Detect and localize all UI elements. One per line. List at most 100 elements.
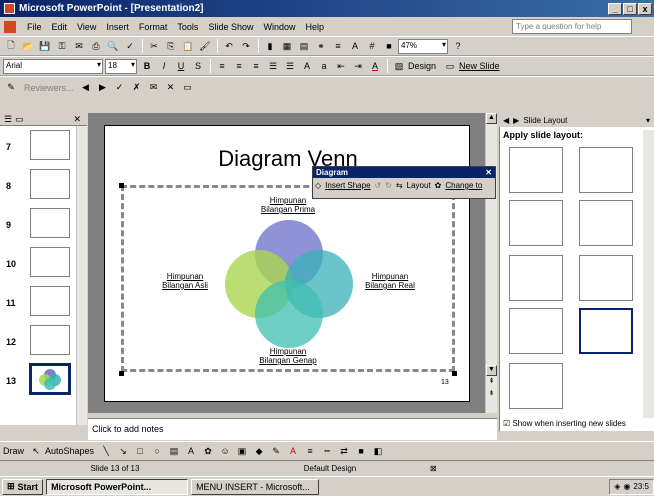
textbox-icon[interactable]: ▤ [166,444,182,459]
insert-table-icon[interactable]: ▦ [279,39,295,54]
tray-icon[interactable]: ◈ [614,482,620,491]
apply-icon[interactable]: ✓ [112,80,128,95]
task-pane-scrollbar[interactable] [643,130,654,418]
arrow-style-icon[interactable]: ⇄ [336,444,352,459]
help-icon[interactable]: ? [450,39,466,54]
diagram-toolbar-title[interactable]: Diagram ✕ [313,167,495,178]
task-pane-menu-icon[interactable]: ▾ [646,116,650,125]
slide-thumbnail[interactable] [30,286,70,316]
delete-comment-icon[interactable]: ✕ [163,80,179,95]
menu-view[interactable]: View [72,22,101,32]
close-button[interactable]: x [638,2,652,15]
decrease-indent-icon[interactable]: ⇤ [333,59,349,74]
menu-tools[interactable]: Tools [172,22,203,32]
font-select[interactable]: Arial [3,58,103,74]
thumbnail-row[interactable]: 10 [0,247,80,283]
thumbnail-row[interactable]: 11 [0,286,80,322]
back-icon[interactable]: ◀ [503,116,509,125]
layout-title-chart[interactable] [509,363,563,409]
arrow-icon[interactable]: ↘ [115,444,131,459]
slides-tab-icon[interactable]: ▭ [15,114,24,125]
tables-borders-icon[interactable]: ▤ [296,39,312,54]
layout-text-chart[interactable] [509,200,563,246]
grid-icon[interactable]: # [364,39,380,54]
label-bottom[interactable]: Himpunan Bilangan Genap [105,347,471,365]
slide-thumbnail[interactable] [30,130,70,160]
spelling-icon[interactable]: ✓ [122,39,138,54]
thumbnail-row[interactable]: 8 [0,169,80,205]
design-icon[interactable]: ▧ [391,59,407,74]
undo-icon[interactable]: ↶ [221,39,237,54]
new-slide-icon[interactable]: ▭ [442,59,458,74]
close-diagram-toolbar-icon[interactable]: ✕ [485,168,492,177]
layout-button[interactable]: Layout [407,181,431,190]
layout-media-text[interactable] [579,255,633,301]
increase-indent-icon[interactable]: ⇥ [350,59,366,74]
save-icon[interactable]: 💾 [37,39,53,54]
line-style-icon[interactable]: ≡ [302,444,318,459]
italic-icon[interactable]: I [156,59,172,74]
previous-slide-icon[interactable]: ⇞ [486,377,497,388]
font-size-select[interactable]: 18 [105,58,137,74]
maximize-button[interactable]: □ [623,2,637,15]
close-pane-icon[interactable]: ✕ [73,114,81,125]
new-icon[interactable]: 🗋 [3,39,19,54]
show-formatting-icon[interactable]: A [347,39,363,54]
shadow-style-icon[interactable]: ■ [353,444,369,459]
menu-insert[interactable]: Insert [101,22,134,32]
bold-icon[interactable]: B [139,59,155,74]
paste-icon[interactable]: 📋 [180,39,196,54]
layout-text-media[interactable] [509,255,563,301]
open-icon[interactable]: 📂 [20,39,36,54]
shadow-icon[interactable]: S [190,59,206,74]
clock[interactable]: 23:5 [633,482,649,491]
insert-shape-button[interactable]: Insert Shape [325,181,370,190]
decrease-font-icon[interactable]: a [316,59,332,74]
move-shape-forward-icon[interactable]: ↻ [385,181,392,190]
clipart-icon[interactable]: ☺ [217,444,233,459]
slide-thumbnail-selected[interactable] [29,363,71,395]
show-when-inserting-option[interactable]: ☑ Show when inserting new slides [503,419,626,428]
task-pane-title[interactable]: Slide Layout [523,116,567,125]
select-objects-icon[interactable]: ↖ [28,444,44,459]
menu-edit[interactable]: Edit [47,22,73,32]
font-color-icon[interactable]: A [367,59,383,74]
slide-thumbnail[interactable] [30,325,70,355]
show-markup-icon[interactable]: ✎ [3,80,19,95]
reviewing-pane-icon[interactable]: ▭ [180,80,196,95]
align-right-icon[interactable]: ≡ [248,59,264,74]
permission-icon[interactable]: ⚿ [54,39,70,54]
move-shape-backward-icon[interactable]: ↺ [375,181,382,190]
bullets-icon[interactable]: ☰ [282,59,298,74]
unapply-icon[interactable]: ✗ [129,80,145,95]
redo-icon[interactable]: ↷ [238,39,254,54]
3d-style-icon[interactable]: ◧ [370,444,386,459]
resize-handle[interactable] [452,371,457,376]
slide-thumbnail[interactable] [30,208,70,238]
underline-icon[interactable]: U [173,59,189,74]
new-slide-button[interactable]: New Slide [459,61,500,71]
insert-chart-icon[interactable]: ▮ [262,39,278,54]
email-icon[interactable]: ✉ [71,39,87,54]
venn-diagram[interactable] [219,214,359,354]
resize-handle[interactable] [119,371,124,376]
zoom-select[interactable]: 47% [398,38,448,54]
wordart-icon[interactable]: A [183,444,199,459]
thumbnail-row[interactable]: 12 [0,325,80,361]
minimize-button[interactable]: _ [608,2,622,15]
edit-comment-icon[interactable]: ✉ [146,80,162,95]
menu-help[interactable]: Help [300,22,329,32]
previous-comment-icon[interactable]: ◀ [78,80,94,95]
resize-handle[interactable] [119,183,124,188]
thumbnail-scrollbar[interactable] [76,126,87,425]
align-left-icon[interactable]: ≡ [214,59,230,74]
diagram-icon[interactable]: ✿ [200,444,216,459]
layout-text-clipart[interactable] [579,147,633,193]
notes-pane[interactable]: Click to add notes [88,418,497,440]
layout-title-diagram-selected[interactable] [579,308,633,354]
thumbnail-row[interactable]: 9 [0,208,80,244]
align-center-icon[interactable]: ≡ [231,59,247,74]
menu-window[interactable]: Window [258,22,300,32]
scroll-up-icon[interactable]: ▲ [486,113,497,124]
print-preview-icon[interactable]: 🔍 [105,39,121,54]
